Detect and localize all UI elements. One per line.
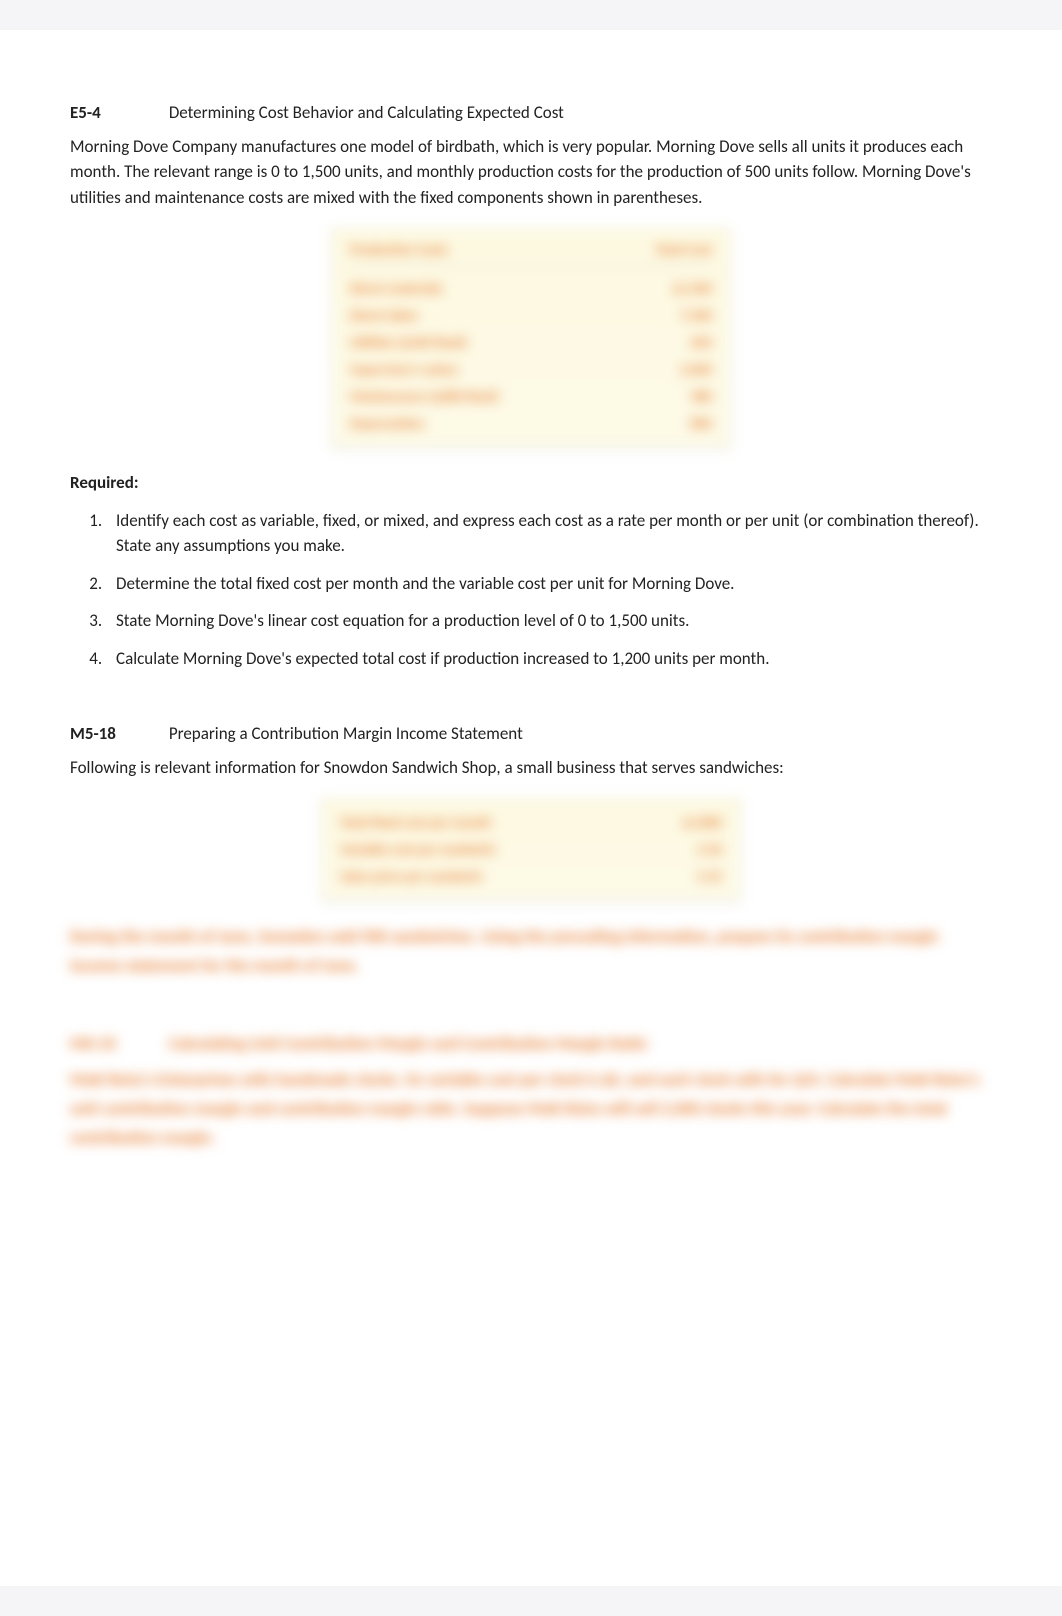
table-row: Direct labor 7,500 bbox=[350, 302, 712, 329]
table-row: Utilities ($100 fixed) 650 bbox=[350, 329, 712, 356]
problem-header: E5-4 Determining Cost Behavior and Calcu… bbox=[70, 100, 992, 126]
row-value: 5.25 bbox=[697, 866, 722, 887]
problem-description: Morning Dove Company manufactures one mo… bbox=[70, 134, 992, 211]
blurred-overlay: Total fixed cost per month $1,800 Variab… bbox=[321, 798, 741, 901]
row-label: Variable cost per sandwich bbox=[340, 839, 495, 860]
table-row: Depreciation 800 bbox=[350, 410, 712, 437]
problem-id: M6-10 bbox=[70, 1031, 165, 1057]
row-value: 800 bbox=[691, 413, 712, 434]
row-label: Utilities ($100 fixed) bbox=[350, 332, 467, 353]
required-item: Determine the total fixed cost per month… bbox=[106, 571, 992, 597]
row-value: 480 bbox=[691, 386, 712, 407]
problem-title: Determining Cost Behavior and Calculatin… bbox=[169, 102, 564, 123]
row-label: Depreciation bbox=[350, 413, 425, 434]
table-row: Variable cost per sandwich 2.50 bbox=[340, 836, 722, 863]
required-item: State Morning Dove's linear cost equatio… bbox=[106, 608, 992, 634]
table-row: Total fixed cost per month $1,800 bbox=[340, 809, 722, 836]
required-item: Identify each cost as variable, fixed, o… bbox=[106, 508, 992, 559]
required-item: Calculate Morning Dove's expected total … bbox=[106, 646, 992, 672]
problem-header: M5-18 Preparing a Contribution Margin In… bbox=[70, 721, 992, 747]
row-label: Maintenance ($280 fixed) bbox=[350, 386, 498, 407]
blurred-overlay: Production Costs Total Cost Direct mater… bbox=[331, 228, 731, 448]
problem-header-blurred: M6-10 Calculating Unit Contribution Marg… bbox=[70, 1031, 992, 1057]
problem-title: Preparing a Contribution Margin Income S… bbox=[169, 723, 523, 744]
blurred-description: Matt Reiss's Enterprises sells handmade … bbox=[70, 1066, 992, 1153]
table-row: Supervisor's salary 3,000 bbox=[350, 356, 712, 383]
row-label: Sales price per sandwich bbox=[340, 866, 482, 887]
row-value: $1,500 bbox=[673, 278, 712, 299]
blurred-followup-text: During the month of June, Snowdon sold 9… bbox=[70, 923, 992, 981]
problem-title: Calculating Unit Contribution Margin and… bbox=[169, 1033, 647, 1054]
row-label: Supervisor's salary bbox=[350, 359, 458, 380]
problem-id: E5-4 bbox=[70, 100, 165, 126]
header-left: Production Costs bbox=[350, 239, 448, 260]
table-header: Production Costs Total Cost bbox=[350, 239, 712, 267]
problem-description: Following is relevant information for Sn… bbox=[70, 755, 992, 781]
cost-table: Production Costs Total Cost Direct mater… bbox=[331, 228, 731, 448]
row-label: Total fixed cost per month bbox=[340, 812, 491, 833]
document-page: E5-4 Determining Cost Behavior and Calcu… bbox=[0, 30, 1062, 1586]
row-value: 7,500 bbox=[680, 305, 712, 326]
row-label: Direct materials bbox=[350, 278, 442, 299]
row-label: Direct labor bbox=[350, 305, 418, 326]
row-value: 650 bbox=[691, 332, 712, 353]
row-value: $1,800 bbox=[683, 812, 722, 833]
problem-e5-4: E5-4 Determining Cost Behavior and Calcu… bbox=[70, 100, 992, 671]
header-right: Total Cost bbox=[655, 239, 712, 260]
sandwich-table-container: Total fixed cost per month $1,800 Variab… bbox=[70, 798, 992, 901]
problem-m5-18: M5-18 Preparing a Contribution Margin In… bbox=[70, 721, 992, 981]
required-list: Identify each cost as variable, fixed, o… bbox=[70, 508, 992, 672]
table-row: Sales price per sandwich 5.25 bbox=[340, 863, 722, 890]
table-row: Direct materials $1,500 bbox=[350, 275, 712, 302]
problem-id: M5-18 bbox=[70, 721, 165, 747]
table-row: Maintenance ($280 fixed) 480 bbox=[350, 383, 712, 410]
row-value: 2.50 bbox=[697, 839, 722, 860]
required-label: Required: bbox=[70, 470, 992, 496]
row-value: 3,000 bbox=[680, 359, 712, 380]
sandwich-table: Total fixed cost per month $1,800 Variab… bbox=[321, 798, 741, 901]
problem-m6-10: M6-10 Calculating Unit Contribution Marg… bbox=[70, 1031, 992, 1153]
cost-table-container: Production Costs Total Cost Direct mater… bbox=[70, 228, 992, 448]
